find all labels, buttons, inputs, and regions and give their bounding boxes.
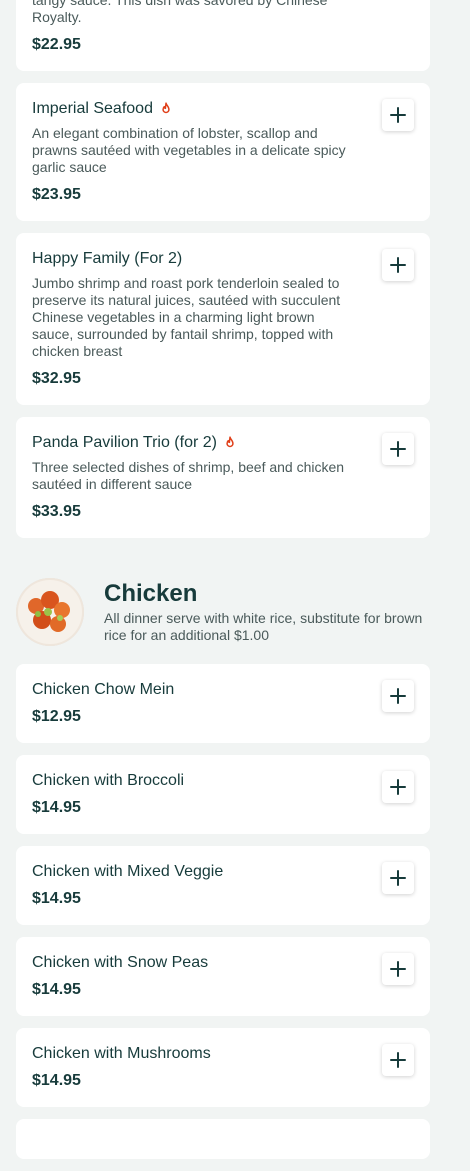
item-description: Three selected dishes of shrimp, beef an…: [32, 459, 345, 492]
section-subtitle: All dinner serve with white rice, substi…: [104, 610, 423, 643]
item-name: Chicken Chow Mein: [32, 681, 175, 698]
item-name: Happy Family (For 2): [32, 250, 183, 267]
item-description: An elegant combination of lobster, scall…: [32, 125, 346, 175]
plus-icon: [390, 961, 406, 977]
section-header: Chicken All dinner serve with white rice…: [16, 578, 430, 646]
add-button[interactable]: [382, 1044, 414, 1076]
menu-item[interactable]: Happy Family (For 2) Jumbo shrimp and ro…: [16, 233, 430, 405]
plus-icon: [390, 107, 406, 123]
add-button[interactable]: [382, 99, 414, 131]
item-price: $14.95: [32, 981, 81, 998]
menu-item[interactable]: Chicken with Mixed Veggie $14.95: [16, 846, 430, 925]
plus-icon: [390, 870, 406, 886]
menu-item[interactable]: tangy sauce. This dish was savored by Ch…: [16, 0, 430, 71]
menu-list: tangy sauce. This dish was savored by Ch…: [16, 0, 430, 1171]
menu-item[interactable]: Chicken Chow Mein $12.95: [16, 664, 430, 743]
section-image: [16, 578, 84, 646]
menu-item[interactable]: Imperial Seafood An elegant combination …: [16, 83, 430, 221]
item-price: $14.95: [32, 890, 81, 907]
item-price: $12.95: [32, 708, 81, 725]
item-price: $23.95: [32, 186, 81, 203]
menu-item[interactable]: Chicken with Snow Peas $14.95: [16, 937, 430, 1016]
section-title: Chicken: [104, 580, 198, 607]
add-button[interactable]: [382, 433, 414, 465]
item-name: Chicken with Mixed Veggie: [32, 863, 224, 880]
add-button[interactable]: [382, 680, 414, 712]
item-description: Jumbo shrimp and roast pork tenderloin s…: [32, 275, 341, 359]
plus-icon: [390, 688, 406, 704]
item-name: Chicken with Mushrooms: [32, 1045, 211, 1062]
item-name: Chicken with Snow Peas: [32, 954, 209, 971]
plus-icon: [390, 779, 406, 795]
item-name: Chicken with Broccoli: [32, 772, 185, 789]
item-price: $14.95: [32, 799, 81, 816]
menu-item[interactable]: [16, 1119, 430, 1159]
menu-item[interactable]: Chicken with Broccoli $14.95: [16, 755, 430, 834]
fire-icon: [159, 102, 173, 116]
item-name: Panda Pavilion Trio (for 2): [32, 434, 217, 451]
menu-item[interactable]: Panda Pavilion Trio (for 2) Three select…: [16, 417, 430, 538]
plus-icon: [390, 441, 406, 457]
plus-icon: [390, 257, 406, 273]
item-price: $32.95: [32, 370, 81, 387]
item-description: tangy sauce. This dish was savored by Ch…: [32, 0, 328, 25]
item-price: $14.95: [32, 1072, 81, 1089]
add-button[interactable]: [382, 862, 414, 894]
item-price: $22.95: [32, 36, 81, 53]
add-button[interactable]: [382, 771, 414, 803]
item-name: Imperial Seafood: [32, 100, 153, 117]
item-price: $33.95: [32, 503, 81, 520]
fire-icon: [223, 436, 237, 450]
add-button[interactable]: [382, 953, 414, 985]
menu-item[interactable]: Chicken with Mushrooms $14.95: [16, 1028, 430, 1107]
add-button[interactable]: [382, 249, 414, 281]
plus-icon: [390, 1052, 406, 1068]
